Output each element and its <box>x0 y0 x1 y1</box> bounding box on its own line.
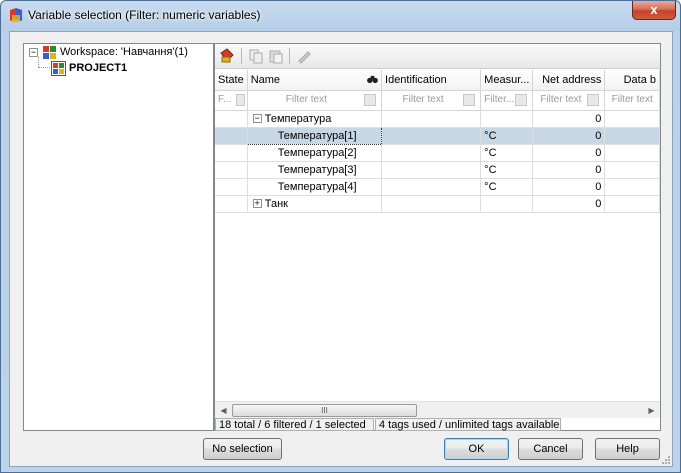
row-name: Температура[4] <box>247 178 383 196</box>
scroll-thumb[interactable]: III <box>232 404 417 417</box>
grid-toolbar <box>215 44 660 69</box>
collapse-icon[interactable]: − <box>29 48 38 57</box>
filter-net-address[interactable]: Filter text <box>536 91 601 110</box>
title-bar[interactable]: Variable selection (Filter: numeric vari… <box>1 1 680 29</box>
project-label: PROJECT1 <box>69 62 128 74</box>
row-net-address: 0 <box>532 195 606 213</box>
row-unit <box>480 110 534 128</box>
row-identification <box>381 127 482 145</box>
cancel-button[interactable]: Cancel <box>518 438 583 460</box>
column-header-identification[interactable]: Identification <box>381 70 482 91</box>
row-unit: °C <box>480 161 534 179</box>
horizontal-scrollbar[interactable]: ◀ III ▶ <box>215 401 660 418</box>
scroll-right-icon[interactable]: ▶ <box>643 402 660 419</box>
table-row[interactable]: − Температура 0 <box>215 110 660 128</box>
help-button[interactable]: Help <box>595 438 660 460</box>
ok-button[interactable]: OK <box>444 438 509 460</box>
filter-data-block[interactable]: Filter text <box>608 91 656 110</box>
app-icon <box>10 8 22 22</box>
row-net-address: 0 <box>532 110 606 128</box>
row-net-address: 0 <box>532 178 606 196</box>
filter-funnel-icon[interactable] <box>235 93 245 106</box>
scroll-left-icon[interactable]: ◀ <box>215 402 232 419</box>
row-name: Температура[3] <box>247 161 383 179</box>
binoculars-icon[interactable] <box>367 75 378 84</box>
window-title: Variable selection (Filter: numeric vari… <box>28 8 261 22</box>
close-icon: x <box>650 2 658 17</box>
workspace-icon <box>43 46 56 59</box>
status-tags: 4 tags used / unlimited tags available <box>375 418 561 431</box>
row-unit: °C <box>480 127 534 145</box>
row-identification <box>381 195 482 213</box>
variables-grid-panel: State Name Identification Measur... Net … <box>214 43 661 431</box>
status-counts: 18 total / 6 filtered / 1 selected <box>215 418 374 431</box>
table-row[interactable]: Температура[3] °C 0 <box>215 161 660 179</box>
filter-funnel-icon[interactable] <box>364 93 377 106</box>
filter-name[interactable]: Filter text <box>251 91 378 110</box>
row-name: Температура[2] <box>247 144 383 162</box>
row-unit: °C <box>480 178 534 196</box>
edit-icon[interactable] <box>295 47 313 65</box>
tree-item-project[interactable]: PROJECT1 <box>24 61 213 77</box>
tree-item-workspace[interactable]: − Workspace: 'Навчання'(1) <box>24 45 213 61</box>
row-unit <box>480 195 534 213</box>
row-identification <box>381 161 482 179</box>
column-header-data-block[interactable]: Data b <box>604 70 660 91</box>
row-net-address: 0 <box>532 161 606 179</box>
paste-icon[interactable] <box>267 47 285 65</box>
filter-funnel-icon[interactable] <box>587 93 600 106</box>
row-net-address: 0 <box>532 144 606 162</box>
row-identification <box>381 110 482 128</box>
row-identification <box>381 144 482 162</box>
project-icon <box>51 61 66 76</box>
column-header-measuring-unit[interactable]: Measur... <box>480 70 534 91</box>
row-net-address: 0 <box>532 127 606 145</box>
filter-identification[interactable]: Filter text <box>385 91 477 110</box>
filter-measuring-unit[interactable]: Filter... <box>484 91 529 110</box>
tag-icon[interactable] <box>218 47 236 65</box>
no-selection-button[interactable]: No selection <box>203 438 282 460</box>
filter-row: F... Filter text Filter text Filter... F… <box>215 90 660 111</box>
table-row[interactable]: Температура[2] °C 0 <box>215 144 660 162</box>
table-row-selected[interactable]: Температура[1] °C 0 <box>215 126 660 145</box>
column-header-name[interactable]: Name <box>247 70 383 91</box>
filter-funnel-icon[interactable] <box>515 93 528 106</box>
column-header-state[interactable]: State <box>215 70 248 91</box>
expand-icon[interactable]: + <box>252 199 262 209</box>
table-row[interactable]: + Танк 0 <box>215 195 660 213</box>
resize-grip-icon[interactable] <box>661 455 671 465</box>
filter-funnel-icon[interactable] <box>463 93 476 106</box>
column-header-net-address[interactable]: Net address <box>532 70 606 91</box>
dialog-client: − Workspace: 'Навчання'(1) PROJECT1 Stat… <box>9 31 673 467</box>
column-name-label: Name <box>250 73 281 86</box>
dialog-window: Variable selection (Filter: numeric vari… <box>0 0 681 473</box>
status-bar: 18 total / 6 filtered / 1 selected 4 tag… <box>215 418 660 431</box>
row-identification <box>381 178 482 196</box>
collapse-icon[interactable]: − <box>252 114 262 124</box>
copy-icon[interactable] <box>247 47 265 65</box>
close-button[interactable]: x <box>632 1 676 20</box>
project-tree[interactable]: − Workspace: 'Навчання'(1) PROJECT1 <box>23 43 214 431</box>
row-name: Температура <box>264 112 332 125</box>
workspace-label: Workspace: 'Навчання'(1) <box>60 46 188 58</box>
row-name: Танк <box>264 197 288 210</box>
table-row[interactable]: Температура[4] °C 0 <box>215 178 660 196</box>
filter-state[interactable]: F... <box>218 91 245 110</box>
variables-table[interactable]: State Name Identification Measur... Net … <box>215 70 660 395</box>
row-name: Температура[1] <box>246 126 383 145</box>
row-unit: °C <box>480 144 534 162</box>
